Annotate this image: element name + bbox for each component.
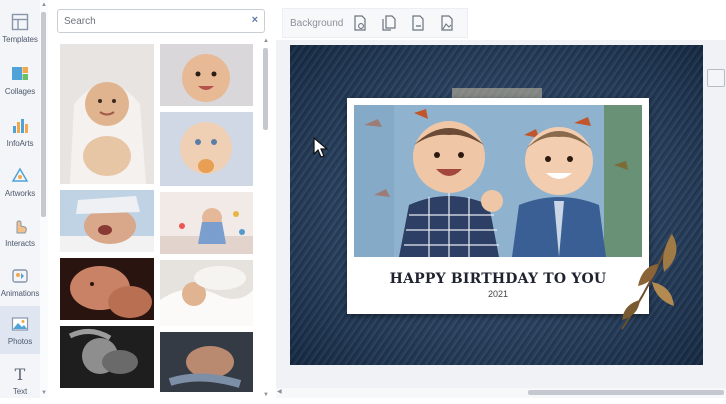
scroll-down-icon[interactable]: ▼	[41, 390, 47, 396]
search-box: ×	[57, 9, 265, 33]
photos-icon	[10, 314, 30, 334]
sidebar-item-text[interactable]: T Text	[0, 356, 40, 404]
photo-thumbnail[interactable]	[60, 326, 154, 388]
photo-thumbnail[interactable]	[160, 332, 253, 392]
artworks-icon	[10, 166, 30, 186]
search-input[interactable]	[58, 10, 250, 32]
sidebar-item-infoarts[interactable]: InfoArts	[0, 108, 40, 156]
infoarts-icon	[10, 116, 30, 136]
page-thumbnail-icon[interactable]	[707, 69, 725, 87]
background-settings-icon	[354, 15, 366, 31]
sidebar-item-label: Artworks	[4, 189, 36, 198]
photo-thumbnail[interactable]	[60, 190, 154, 252]
sidebar-item-label: Photos	[7, 337, 33, 346]
scrollbar-thumb[interactable]	[528, 390, 724, 395]
background-image-button[interactable]	[438, 13, 455, 33]
card-photo[interactable]	[354, 105, 642, 257]
templates-icon	[10, 12, 30, 32]
card-year[interactable]: 2021	[347, 289, 649, 299]
clear-search-icon[interactable]: ×	[252, 14, 258, 26]
background-toolbar: Background	[282, 8, 468, 38]
sidebar: Templates Collages InfoArts Artworks Int…	[0, 0, 41, 398]
scroll-down-icon[interactable]: ▼	[263, 392, 269, 398]
interacts-icon	[10, 216, 30, 236]
collages-icon	[10, 64, 30, 84]
background-settings-button[interactable]	[351, 13, 368, 33]
sidebar-item-label: InfoArts	[6, 139, 34, 148]
animations-icon	[10, 266, 30, 286]
card-title[interactable]: HAPPY BIRTHDAY TO YOU	[347, 271, 649, 287]
photo-thumbnail[interactable]	[160, 44, 253, 106]
sidebar-item-label: Animations	[0, 289, 40, 298]
image-page-icon	[440, 15, 453, 31]
sidebar-item-interacts[interactable]: Interacts	[0, 208, 40, 256]
photos-panel: × ▲ ▼	[48, 0, 274, 398]
sidebar-item-label: Interacts	[5, 239, 35, 248]
photo-thumbnail[interactable]	[60, 44, 154, 184]
sidebar-item-artworks[interactable]: Artworks	[0, 158, 40, 206]
sidebar-scrollbar[interactable]: ▲ ▼	[40, 0, 48, 398]
scroll-left-icon[interactable]: ◀	[277, 388, 282, 395]
remove-page-icon	[412, 15, 424, 31]
scroll-up-icon[interactable]: ▲	[41, 2, 47, 8]
photo-thumbnail[interactable]	[160, 260, 253, 326]
sidebar-item-templates[interactable]: Templates	[0, 4, 40, 52]
background-label: Background	[290, 17, 344, 29]
sidebar-item-label: Collages	[4, 87, 36, 96]
photos-scrollbar[interactable]: ▲ ▼	[262, 38, 270, 398]
photo-thumbnail[interactable]	[160, 112, 253, 186]
canvas-horizontal-scrollbar[interactable]: ◀	[276, 388, 726, 398]
background-remove-button[interactable]	[409, 13, 426, 33]
mouse-cursor-icon	[313, 137, 329, 158]
scrollbar-thumb[interactable]	[263, 48, 268, 130]
scroll-up-icon[interactable]: ▲	[263, 38, 269, 44]
photo-thumbnail[interactable]	[160, 192, 253, 254]
scrollbar-thumb[interactable]	[41, 12, 46, 217]
birthday-card[interactable]: HAPPY BIRTHDAY TO YOU 2021	[347, 98, 649, 314]
background-copy-button[interactable]	[380, 13, 397, 33]
sidebar-item-animations[interactable]: Animations	[0, 258, 40, 306]
leaf-decoration[interactable]	[612, 224, 692, 334]
copy-page-icon	[382, 15, 396, 31]
sidebar-item-collages[interactable]: Collages	[0, 56, 40, 104]
sidebar-item-photos[interactable]: Photos	[0, 306, 40, 354]
sidebar-item-label: Text	[12, 387, 28, 396]
photo-thumbnail[interactable]	[60, 258, 154, 320]
text-icon: T	[10, 364, 30, 384]
sidebar-item-label: Templates	[2, 35, 38, 44]
svg-text:T: T	[15, 365, 26, 383]
